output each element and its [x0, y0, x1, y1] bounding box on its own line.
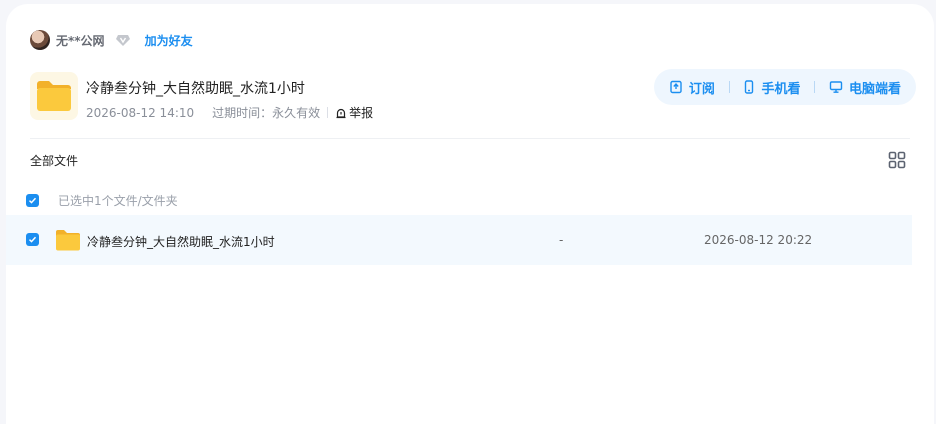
subscribe-icon	[670, 80, 682, 94]
expiry-label: 过期时间：	[212, 106, 273, 120]
phone-icon	[745, 80, 754, 94]
select-all-row: 已选中1个文件/文件夹	[26, 192, 178, 208]
select-all-checkbox[interactable]	[26, 193, 39, 207]
avatar[interactable]	[30, 30, 50, 50]
mobile-view-label: 手机看	[761, 81, 801, 97]
desktop-view-button[interactable]: 电脑端看	[829, 78, 901, 97]
desktop-view-label: 电脑端看	[849, 81, 902, 97]
meta-divider	[327, 107, 329, 118]
sharer-name: 无**公网	[56, 33, 105, 48]
mobile-view-button[interactable]: 手机看	[743, 78, 800, 97]
check-icon	[28, 236, 37, 243]
sharer-row: 无**公网 加为好友	[30, 30, 193, 50]
report-bell-icon	[336, 108, 346, 118]
share-title: 冷静叁分钟_大自然助眠_水流1小时	[86, 81, 305, 97]
breadcrumb[interactable]: 全部文件	[30, 152, 78, 169]
report-button[interactable]: 举报	[335, 104, 373, 121]
report-label: 举报	[349, 106, 374, 120]
check-icon	[28, 197, 37, 204]
table-row[interactable]: 冷静叁分钟_大自然助眠_水流1小时 - 2026-08-12 20:22	[6, 215, 912, 265]
folder-icon	[55, 229, 81, 251]
action-pill: 订阅 手机看 电脑端看	[654, 69, 916, 105]
share-date: 2026-08-12 14:10	[86, 105, 195, 120]
subscribe-button[interactable]: 订阅	[669, 78, 715, 97]
monitor-icon	[829, 81, 843, 93]
expiry-value: 永久有效	[272, 106, 321, 120]
file-size: -	[559, 233, 564, 247]
selection-summary: 已选中1个文件/文件夹	[58, 193, 178, 208]
grid-view-icon[interactable]	[888, 151, 906, 169]
pill-divider	[728, 81, 730, 93]
file-date: 2026-08-12 20:22	[704, 233, 813, 247]
pill-divider	[814, 81, 816, 93]
header-divider	[30, 138, 910, 139]
subscribe-label: 订阅	[688, 81, 715, 97]
share-folder-icon	[30, 72, 78, 120]
vip-diamond-icon	[115, 32, 131, 48]
share-card: 无**公网 加为好友 冷静叁分钟_大自然助眠_水流1小时 2026-08-12 …	[6, 4, 934, 424]
file-name[interactable]: 冷静叁分钟_大自然助眠_水流1小时	[87, 233, 275, 250]
row-checkbox[interactable]	[26, 233, 39, 246]
add-friend-link[interactable]: 加为好友	[145, 32, 193, 49]
share-meta: 2026-08-12 14:10 过期时间： 永久有效 举报	[86, 104, 373, 121]
